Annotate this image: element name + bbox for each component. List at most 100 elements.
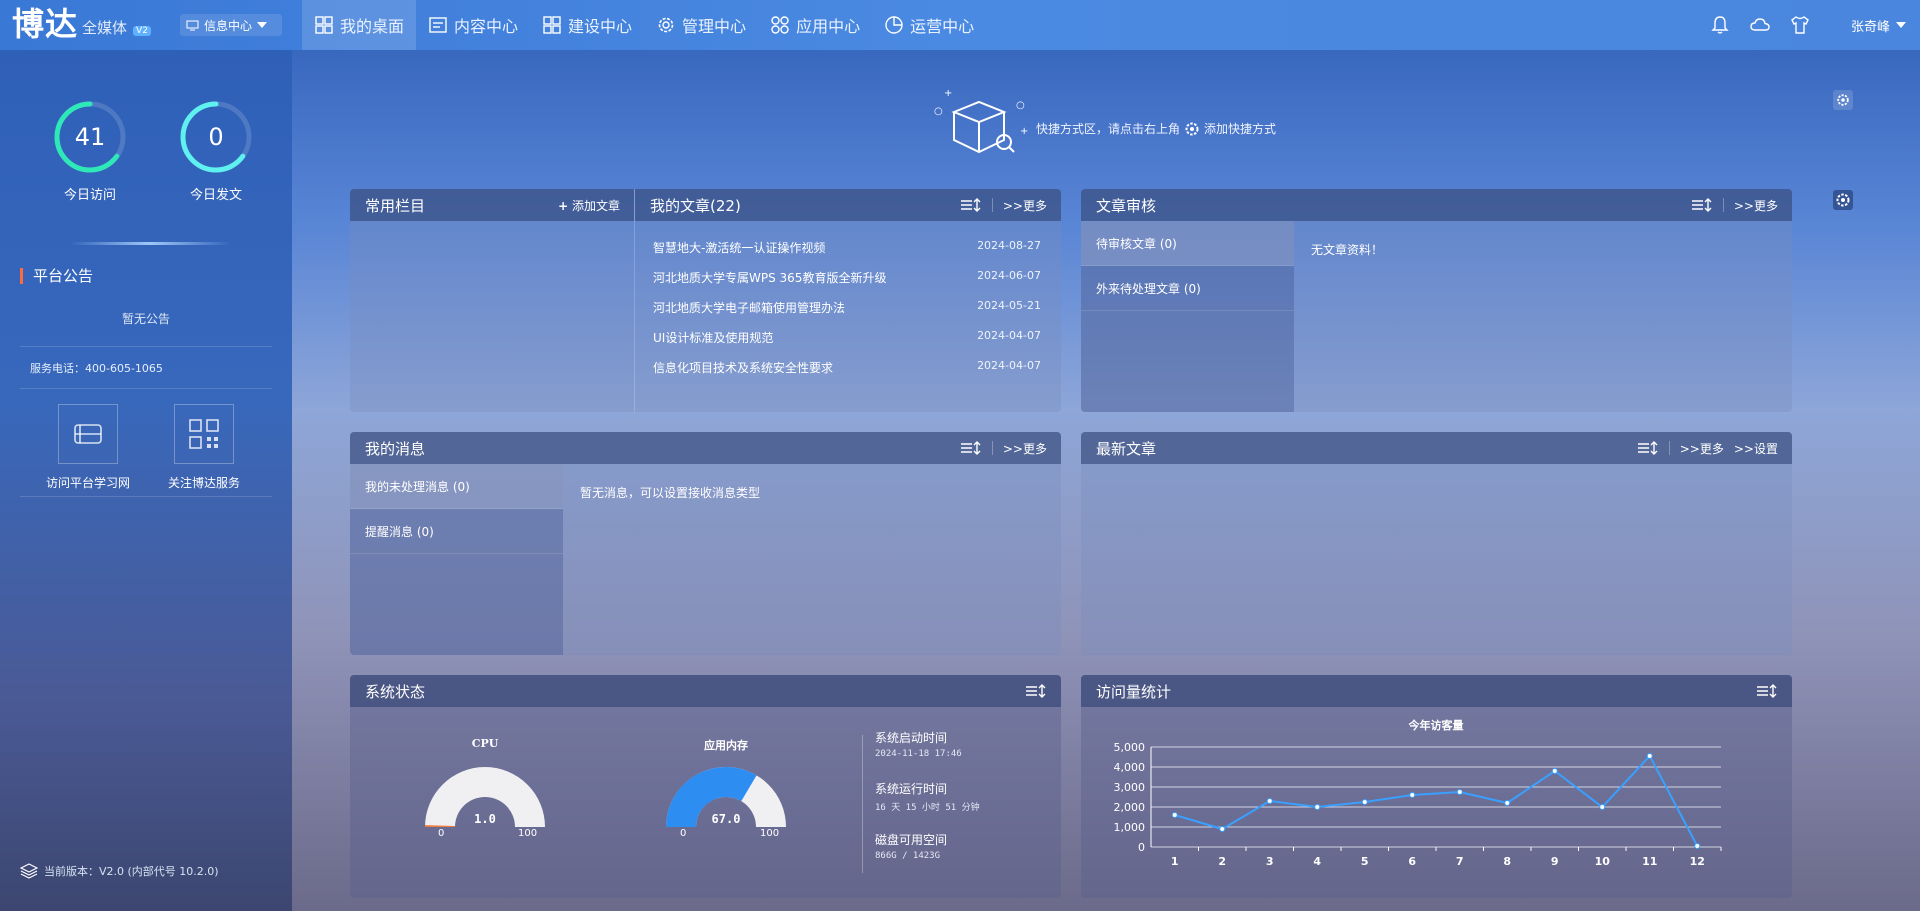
x-tick-label: 4 [1313,855,1321,868]
panel-header-actions: >>更多 >>设置 [1637,432,1778,464]
settings-link[interactable]: >>设置 [1734,440,1778,457]
panel-header: 我的文章(22) >>更多 [635,189,1061,221]
svg-text:+: + [944,90,952,99]
article-date: 2024-08-27 [977,239,1041,252]
data-point [1171,812,1178,818]
shortcut-settings-button[interactable] [1833,90,1853,110]
tab-external-pending[interactable]: 外来待处理文章 (0) [1081,266,1294,311]
today-posts-stat: 0 今日发文 [178,100,254,203]
article-review-panel: 文章审核 >>更多 待审核文章 (0) 外来待处理文章 (0) 无文章资料！ [1081,189,1792,412]
review-tabs: 待审核文章 (0) 外来待处理文章 (0) [1081,221,1294,412]
sort-icon[interactable] [1637,441,1659,455]
svg-text:○: ○ [1016,100,1025,111]
tab-reminder-messages[interactable]: 提醒消息 (0) [350,509,563,554]
sidebar: 41 今日访问 0 今日发文 平台公告 暂无公告 服务电话：400-605-10… [0,50,292,911]
version-info: 当前版本：V2.0 (内部代号 10.2.0) [20,863,219,879]
memory-gauge-title: 应用内存 [704,739,748,752]
article-date: 2024-05-21 [977,299,1041,312]
glow-divider [70,242,230,245]
add-shortcut-link[interactable]: 添加快捷方式 [1204,120,1276,137]
svg-text:+: + [1020,126,1028,137]
bell-icon[interactable] [1709,14,1731,36]
nav-my-desktop[interactable]: 我的桌面 [302,0,417,50]
sort-icon[interactable] [1756,684,1778,698]
build-grid-icon [543,16,561,34]
x-tick-label: 11 [1642,855,1657,868]
panel-title: 我的文章(22) [650,196,741,215]
article-title: 信息化项目技术及系统安全性要求 [653,361,834,375]
gear-icon [658,17,674,33]
sort-icon[interactable] [1025,684,1047,698]
more-link[interactable]: >>更多 [1003,197,1047,214]
series-line [1174,754,1699,847]
y-tick-label: 1,000 [1114,821,1146,834]
article-row[interactable]: 河北地质大学专属WPS 365教育版全新升级 2024-06-07 [653,269,1041,289]
data-point [1314,804,1321,810]
header-actions: 张奇峰 [1709,0,1920,50]
sort-icon[interactable] [960,441,982,455]
service-phone: 服务电话：400-605-1065 [30,362,163,375]
follow-service-link[interactable]: 关注博达服务 [154,404,254,491]
nav-build-center[interactable]: 建设中心 [530,0,644,50]
layout-settings-button[interactable] [1833,190,1853,210]
info-center-dropdown[interactable]: 信息中心 [180,14,282,36]
article-row[interactable]: 河北地质大学电子邮箱使用管理办法 2024-05-21 [653,299,1041,319]
article-row[interactable]: 智慧地大-激活统一认证操作视频 2024-08-27 [653,239,1041,259]
data-point [1694,843,1701,849]
nav-label: 运营中心 [910,17,975,36]
nav-label: 我的桌面 [340,17,405,36]
run-time-label: 系统运行时间 [875,782,948,796]
article-row[interactable]: 信息化项目技术及系统安全性要求 2024-04-07 [653,359,1041,379]
shirt-theme-icon[interactable] [1789,14,1811,36]
info-center-label: 信息中心 [204,18,253,33]
cloud-icon[interactable] [1749,14,1771,36]
tab-pending-review[interactable]: 待审核文章 (0) [1081,221,1294,266]
panel-title: 我的消息 [365,439,426,458]
caret-down-icon [1896,22,1906,28]
panel-header: 系统状态 [350,675,1061,707]
y-tick-label: 3,000 [1114,781,1146,794]
nav-content-center[interactable]: 内容中心 [416,0,530,50]
sort-icon[interactable] [1691,198,1713,212]
nav-app-center[interactable]: 应用中心 [758,0,872,50]
visits-count: 41 [74,123,106,151]
article-row[interactable]: UI设计标准及使用规范 2024-04-07 [653,329,1041,349]
learning-site-label: 访问平台学习网 [45,476,130,490]
tab-unprocessed-messages[interactable]: 我的未处理消息 (0) [350,464,563,509]
x-tick-label: 12 [1690,855,1705,868]
divider [1668,441,1670,455]
follow-service-icon [174,404,234,464]
more-link[interactable]: >>更多 [1003,440,1047,457]
notice-title: 平台公告 [20,268,93,284]
memory-gauge-max: 100 [760,828,780,839]
learning-site-link[interactable]: 访问平台学习网 [38,404,138,491]
article-title: UI设计标准及使用规范 [653,331,774,345]
logo[interactable]: 博达 全媒体 V2 [12,6,151,42]
gear-icon [1185,122,1199,135]
x-tick-label: 1 [1171,855,1179,868]
nav-manage-center[interactable]: 管理中心 [644,0,758,50]
nav-label: 建设中心 [568,17,633,36]
system-status-panel: 系统状态 CPU 1.0 0 100 应用内存 67.0 0 100 系统启动时… [350,675,1061,898]
article-date: 2024-06-07 [977,269,1041,282]
notice-text: 暂无公告 [121,312,170,326]
data-point [1456,789,1463,795]
panel-header-actions: + 添加文章 [558,189,620,221]
posts-label: 今日发文 [189,188,242,203]
nav-label: 内容中心 [454,17,519,36]
user-menu[interactable]: 张奇峰 [1851,16,1906,35]
top-navigation-bar: 博达 全媒体 V2 信息中心 我的桌面 内容中心 建设中心 管理中心 应用中心 [0,0,1920,50]
disk-space-label: 磁盘可用空间 [875,833,948,847]
panel-title: 访问量统计 [1096,682,1172,701]
more-link[interactable]: >>更多 [1734,197,1778,214]
panel-header: 文章审核 >>更多 [1081,189,1792,221]
visits-ring: 41 [53,100,127,174]
chart-title: 今年访客量 [1408,718,1464,732]
sort-icon[interactable] [960,198,982,212]
cpu-gauge-title: CPU [471,737,499,750]
add-article-button[interactable]: + 添加文章 [558,197,620,214]
more-link[interactable]: >>更多 [1680,440,1724,457]
nav-operation-center[interactable]: 运营中心 [872,0,986,50]
panel-header-actions: >>更多 [960,189,1047,221]
learning-site-icon [58,404,118,464]
